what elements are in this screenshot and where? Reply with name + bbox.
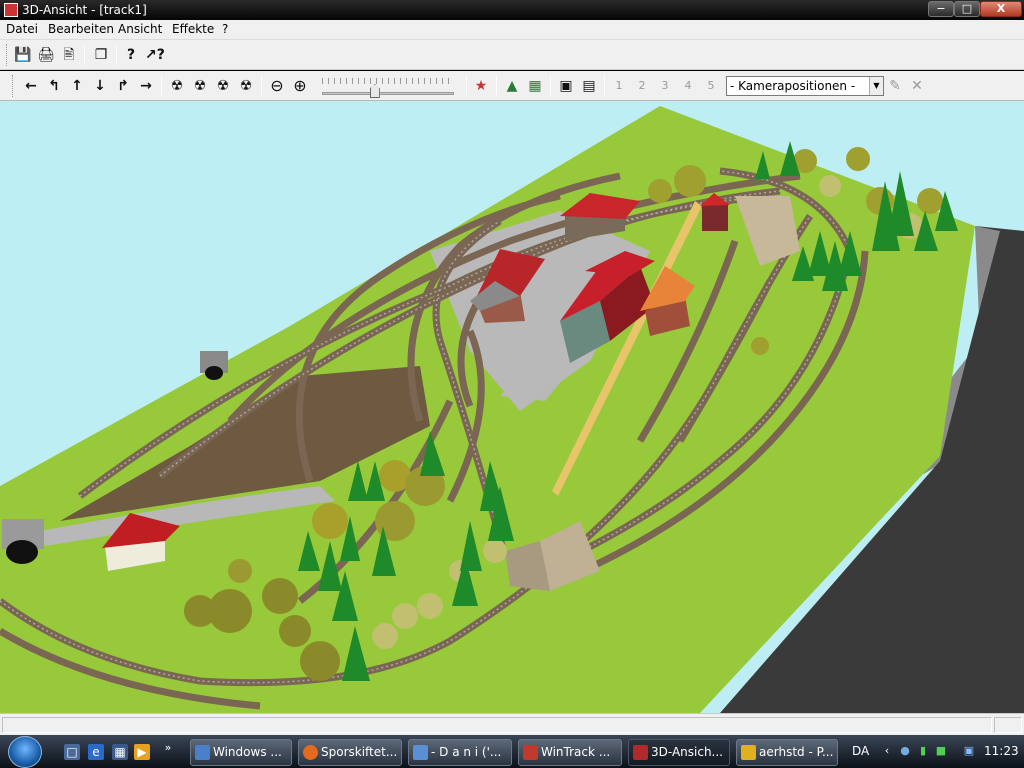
taskbar-button-label: Sporskiftet... xyxy=(321,745,398,759)
quicklaunch-overflow-icon[interactable]: » xyxy=(160,740,176,756)
menu-bearbeiten[interactable]: Bearbeiten xyxy=(48,22,114,36)
app-icon[interactable] xyxy=(4,3,18,17)
fit-view-icon[interactable]: ▣ xyxy=(557,77,575,95)
camera-position-3-icon[interactable]: 3 xyxy=(656,77,674,95)
clock[interactable]: 11:23 xyxy=(984,744,1019,758)
camera-position-1-icon[interactable]: 1 xyxy=(610,77,628,95)
maximize-button[interactable]: □ xyxy=(954,1,980,17)
3d-viewport[interactable] xyxy=(0,101,1024,713)
toolbar-separator xyxy=(604,76,605,96)
move-up-icon[interactable]: ↑ xyxy=(68,77,86,95)
zoom-out-icon[interactable]: ⊖ xyxy=(268,77,286,95)
context-help-icon[interactable]: ↗? xyxy=(145,46,165,64)
taskbar-button-messenger[interactable]: - D a n i ('... xyxy=(408,739,512,766)
print-preview-icon[interactable]: 🖹 xyxy=(60,46,78,64)
camera-reset-icon[interactable]: ☢ xyxy=(237,77,255,95)
users-icon[interactable]: ● xyxy=(898,744,912,758)
shield-icon[interactable]: ■ xyxy=(934,744,948,758)
close-button[interactable]: X xyxy=(980,1,1022,17)
zoom-in-icon[interactable]: ⊕ xyxy=(291,77,309,95)
move-right-icon[interactable]: → xyxy=(137,77,155,95)
toolbar-separator xyxy=(466,76,467,96)
taskbar-button-wintrack[interactable]: WinTrack ... xyxy=(518,739,622,766)
chevron-down-icon[interactable]: ▼ xyxy=(869,77,883,95)
save-icon[interactable]: 💾 xyxy=(14,46,32,64)
wintrack-3d-icon xyxy=(633,745,648,760)
language-indicator[interactable]: DA xyxy=(852,744,869,758)
chevron-left-icon[interactable]: ‹ xyxy=(880,744,894,758)
internet-explorer-icon[interactable]: e xyxy=(88,744,104,760)
show-desktop-icon[interactable]: □ xyxy=(64,744,80,760)
bridge-icon[interactable]: ▲ xyxy=(503,77,521,95)
menu-help[interactable]: ? xyxy=(222,22,228,36)
wintrack-icon xyxy=(523,745,538,760)
status-pane-main xyxy=(2,717,992,733)
move-down-icon[interactable]: ↓ xyxy=(91,77,109,95)
grid-icon[interactable]: ▦ xyxy=(526,77,544,95)
toolbar-separator xyxy=(116,45,117,65)
camera-position-select[interactable]: - Kamerapositionen - ▼ xyxy=(726,76,884,96)
turn-right-icon[interactable]: ↱ xyxy=(114,77,132,95)
taskbar-button-label: aerhstd - P... xyxy=(759,745,834,759)
toolbar-separator xyxy=(261,76,262,96)
camera-position-4-icon[interactable]: 4 xyxy=(679,77,697,95)
delete-position-icon[interactable]: ✕ xyxy=(908,77,926,95)
toolbar-separator xyxy=(496,76,497,96)
taskbar-button-label: 3D-Ansich... xyxy=(651,745,723,759)
messenger-icon xyxy=(413,745,428,760)
taskbar-button-paint[interactable]: aerhstd - P... xyxy=(736,739,838,766)
zoom-slider-ticks xyxy=(322,78,454,84)
window-icon xyxy=(195,745,210,760)
print-icon[interactable]: 🖨 xyxy=(37,46,55,64)
zoom-slider[interactable] xyxy=(322,92,454,95)
camera-position-5-icon[interactable]: 5 xyxy=(702,77,720,95)
move-left-icon[interactable]: ← xyxy=(22,77,40,95)
camera-position-2-icon[interactable]: 2 xyxy=(633,77,651,95)
taskbar: □ e ▦ ▶ » Windows ... Sporskiftet... - D… xyxy=(0,735,1024,768)
battery-icon[interactable]: ▮ xyxy=(916,744,930,758)
signal-icon[interactable]: ★ xyxy=(472,77,490,95)
toolbar-grip[interactable] xyxy=(6,44,9,66)
media-player-icon[interactable]: ▶ xyxy=(134,744,150,760)
title-bar: 3D-Ansicht - [track1] − □ X xyxy=(0,0,1024,20)
window-title: 3D-Ansicht - [track1] xyxy=(22,3,147,17)
switch-windows-icon[interactable]: ▦ xyxy=(112,744,128,760)
snapshot-camera-icon[interactable]: ▤ xyxy=(580,77,598,95)
menu-effekte[interactable]: Effekte xyxy=(172,22,214,36)
network-icon[interactable]: ▣ xyxy=(962,744,976,758)
help-icon[interactable]: ? xyxy=(122,46,140,64)
camera-rotate-icon[interactable]: ☢ xyxy=(214,77,232,95)
start-button[interactable] xyxy=(8,736,42,768)
menu-bar: Datei Bearbeiten Ansicht Effekte ? xyxy=(0,20,1024,40)
pen-icon[interactable]: ✎ xyxy=(886,77,904,95)
taskbar-button-3d-ansicht[interactable]: 3D-Ansich... xyxy=(628,739,730,766)
taskbar-button-label: WinTrack ... xyxy=(541,745,611,759)
camera-position-select-value: - Kamerapositionen - xyxy=(730,79,856,93)
minimize-button[interactable]: − xyxy=(928,1,954,17)
status-pane-grip xyxy=(994,717,1022,733)
copy-icon[interactable]: ❐ xyxy=(92,46,110,64)
camera-tilt-down-icon[interactable]: ☢ xyxy=(191,77,209,95)
status-bar xyxy=(0,713,1024,735)
toolbar-separator xyxy=(550,76,551,96)
turn-left-icon[interactable]: ↰ xyxy=(45,77,63,95)
taskbar-button-label: - D a n i ('... xyxy=(431,745,502,759)
standard-toolbar: 💾 🖨 🖹 ❐ ? ↗? xyxy=(0,40,1024,70)
menu-datei[interactable]: Datei xyxy=(6,22,38,36)
camera-tilt-up-icon[interactable]: ☢ xyxy=(168,77,186,95)
menu-ansicht[interactable]: Ansicht xyxy=(118,22,162,36)
toolbar-grip[interactable] xyxy=(12,75,15,97)
toolbar-separator xyxy=(161,76,162,96)
firefox-icon xyxy=(303,745,318,760)
layout-3d-render xyxy=(0,106,1024,713)
paint-icon xyxy=(741,745,756,760)
taskbar-button-windows[interactable]: Windows ... xyxy=(190,739,292,766)
taskbar-button-label: Windows ... xyxy=(213,745,282,759)
taskbar-button-firefox[interactable]: Sporskiftet... xyxy=(298,739,402,766)
toolbar-separator xyxy=(84,45,85,65)
